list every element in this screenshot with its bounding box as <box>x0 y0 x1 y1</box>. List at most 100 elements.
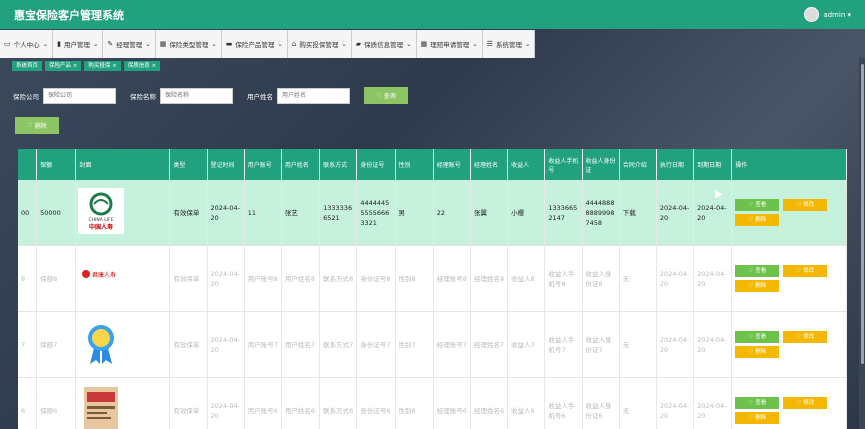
delete-button[interactable]: ♡ 删除 <box>735 412 780 424</box>
nav-icon: ⌂ <box>291 40 297 48</box>
nav-item[interactable]: ⌂ 购买投保管理 ⌄ <box>288 30 352 58</box>
cell-benef: 收益人7 <box>507 311 546 378</box>
heart-icon: ♡ <box>748 283 754 289</box>
cell-idx: 7 <box>18 311 38 378</box>
column-header: 封面 <box>75 149 171 180</box>
cell-exec: 2024-04-20 <box>656 245 695 312</box>
cell-benef_id: 444488888899987458 <box>582 180 620 246</box>
user-menu[interactable]: admin ▾ <box>804 7 851 22</box>
view-button[interactable]: ♡ 查看 <box>735 397 780 409</box>
tab-tag[interactable]: 保质信息 × <box>123 61 161 71</box>
scrollbar-thumb[interactable] <box>861 64 864 364</box>
nav-label: 系统管理 <box>495 41 522 49</box>
tab-tag[interactable]: 购买投保 × <box>84 61 121 71</box>
column-header: 到期日期 <box>693 149 733 180</box>
column-header: 类型 <box>169 149 208 180</box>
cell-exec: 2024-04-20 <box>656 377 695 429</box>
svg-text:CHINA LIFE: CHINA LIFE <box>89 217 114 223</box>
edit-button[interactable]: ♡ 修改 <box>783 331 828 343</box>
cell-amount: 50000 <box>36 180 77 246</box>
table-row[interactable]: 00 50000 CHINA LIFE 中国人寿 有效保单 2024-04-20 11 张艺 1… <box>18 180 847 246</box>
nav-item[interactable]: ▬ 保险产品管理 ⌄ <box>222 30 288 58</box>
table-row[interactable]: 8 保额8 君康人寿 有效保单 2024-04-20 用户账号8 用户姓名8 联系方式8 身份证… <box>18 245 847 312</box>
nav-item[interactable]: ☰ 系统管理 ⌄ <box>483 30 536 58</box>
cell-expire: 2024-04-20 <box>693 377 733 429</box>
delete-button[interactable]: ♡ 删除 <box>735 214 780 226</box>
nav-item[interactable]: ✎ 经理管理 ⌄ <box>103 30 156 58</box>
nav-item[interactable]: ▮ 用户管理 ⌄ <box>53 30 104 58</box>
chevron-down-icon: ⌄ <box>472 40 478 48</box>
view-button[interactable]: ♡ 查看 <box>735 331 780 343</box>
svg-text:君康人寿: 君康人寿 <box>92 271 116 279</box>
edit-button[interactable]: ♡ 修改 <box>783 199 828 211</box>
table-row[interactable]: 6 保额6 有效保单 2024-04-20 用户账号6 用户姓名6 联系方式6 身份证号6 性别… <box>18 377 847 429</box>
nav-icon: ✎ <box>107 40 114 48</box>
column-header: 收益人身份证 <box>582 149 620 180</box>
cell-name: 用户姓名8 <box>281 245 321 312</box>
cell-mgr_acct: 经理账号8 <box>433 245 471 312</box>
search-button-label: 查询 <box>383 94 396 100</box>
view-label: 查看 <box>755 400 767 406</box>
cell-type: 有效保单 <box>169 180 208 246</box>
tab-tag[interactable]: 系统首页 <box>12 61 43 71</box>
nav-icon: ▬ <box>225 40 233 48</box>
column-header: 经理姓名 <box>470 149 509 180</box>
heart-icon: ♡ <box>748 217 754 223</box>
edit-label: 修改 <box>803 334 815 340</box>
nav-item[interactable]: ▦ 理赔申请管理 ⌄ <box>417 30 483 58</box>
cell-name: 用户姓名7 <box>281 311 321 378</box>
cell-exec: 2024-04-20 <box>656 311 695 378</box>
company-input[interactable] <box>43 87 116 104</box>
cell-contract: 无 <box>619 377 657 429</box>
scrollbar[interactable] <box>859 58 865 429</box>
column-header: 经理账号 <box>433 149 471 180</box>
table-row[interactable]: 7 保额7 有效保单 2024-04-20 用户账号7 用户姓名7 联系方式7 身份证号7 性别… <box>18 311 847 378</box>
cell-name: 用户姓名6 <box>281 377 321 429</box>
delete-label: 删除 <box>755 349 767 355</box>
cell-phone: 联系方式6 <box>319 377 358 429</box>
cell-benef_phone: 收益人手机号7 <box>544 311 583 378</box>
tab-tag[interactable]: 保险产品 × <box>45 61 82 71</box>
cell-type: 有效保单 <box>169 311 208 378</box>
column-header: 联系方式 <box>319 149 358 180</box>
view-button[interactable]: ♡ 查看 <box>735 199 780 211</box>
cell-amount: 保额7 <box>36 311 77 378</box>
cell-exec: 2024-04-20 <box>656 180 695 246</box>
user-name-input[interactable] <box>277 87 350 104</box>
cell-contract[interactable]: 下载 <box>619 180 657 246</box>
cell-phone: 联系方式8 <box>319 245 358 312</box>
cell-actions: ♡ 查看 ♡ 修改 ♡ 删除 <box>731 377 847 429</box>
cell-idcard: 身份证号8 <box>356 245 396 312</box>
view-button[interactable]: ♡ 查看 <box>735 265 780 277</box>
cell-benef_id: 收益人身份证7 <box>582 311 620 378</box>
edit-label: 修改 <box>803 268 815 274</box>
search-button[interactable]: ♡ 查询 <box>364 87 408 104</box>
nav-label: 保险类型管理 <box>169 41 209 49</box>
cell-idcard: 身份证号7 <box>356 311 396 378</box>
nav-item[interactable]: ▰ 保质信息管理 ⌄ <box>352 30 417 58</box>
chevron-down-icon: ⌄ <box>341 40 347 48</box>
cell-date: 2024-04-20 <box>207 180 245 246</box>
chevron-down-icon: ⌄ <box>211 40 217 48</box>
chevron-down-icon: ⌄ <box>145 40 151 48</box>
heart-icon: ♡ <box>748 400 754 406</box>
nav-item[interactable]: ▦ 保险类型管理 ⌄ <box>156 30 222 58</box>
delete-button[interactable]: ♡ 删除 <box>735 280 780 292</box>
bulk-delete-button[interactable]: ♡ 删除 <box>15 117 59 134</box>
product-name-input[interactable] <box>160 87 233 104</box>
table-header: 保额 封面 类型 登记时间 用户账号 用户姓名 联系方式 身份证号 性别 经理账号 经理姓名 收益人收… <box>18 149 847 180</box>
cell-actions: ♡ 查看 ♡ 修改 ♡ 删除 <box>731 245 847 312</box>
cell-account: 用户账号7 <box>244 311 282 378</box>
user-name-label: 用户姓名 <box>247 92 273 101</box>
delete-button[interactable]: ♡ 删除 <box>735 346 780 358</box>
cell-account: 用户账号8 <box>244 245 282 312</box>
cell-date: 2024-04-20 <box>207 311 245 378</box>
edit-button[interactable]: ♡ 修改 <box>783 397 828 409</box>
user-name: admin ▾ <box>823 10 851 19</box>
heart-icon: ♡ <box>748 349 754 355</box>
column-header: 保额 <box>36 149 77 180</box>
edit-button[interactable]: ♡ 修改 <box>783 265 828 277</box>
cell-contract: 无 <box>619 245 657 312</box>
nav-item[interactable]: ▭ 个人中心 ⌄ <box>0 30 54 58</box>
cell-benef_id: 收益人身份证6 <box>582 377 620 429</box>
